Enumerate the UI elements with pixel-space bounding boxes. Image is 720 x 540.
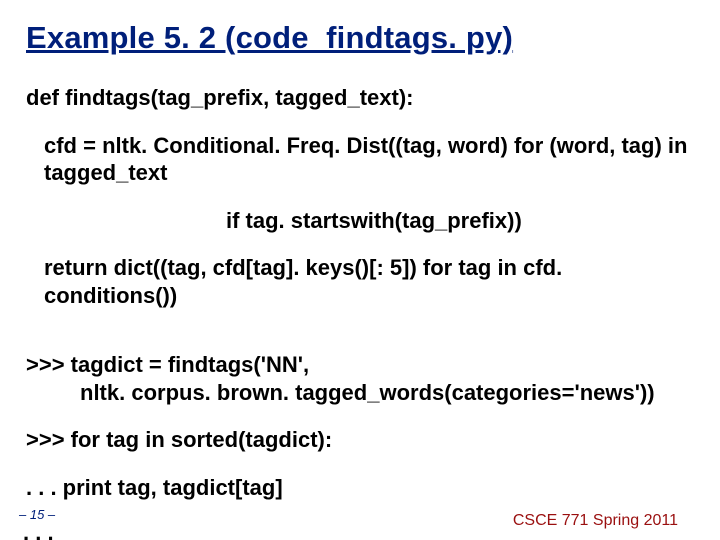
slide-title: Example 5. 2 (code_findtags. py) <box>26 20 694 56</box>
code-line-return: return dict((tag, cfd[tag]. keys()[: 5])… <box>26 254 694 309</box>
code-line-tagdict1: >>> tagdict = findtags('NN', <box>26 351 694 379</box>
code-line-def: def findtags(tag_prefix, tagged_text): <box>26 84 694 112</box>
code-line-tagdict2: nltk. corpus. brown. tagged_words(catego… <box>26 379 694 407</box>
code-line-cfd: cfd = nltk. Conditional. Freq. Dist((tag… <box>26 132 694 187</box>
slide: Example 5. 2 (code_findtags. py) def fin… <box>0 0 720 540</box>
code-line-print: . . . print tag, tagdict[tag] <box>26 474 694 502</box>
code-line-for: >>> for tag in sorted(tagdict): <box>26 426 694 454</box>
course-footer: CSCE 771 Spring 2011 <box>513 512 678 530</box>
slide-body: def findtags(tag_prefix, tagged_text): c… <box>26 84 694 501</box>
code-line-if: if tag. startswith(tag_prefix)) <box>26 207 694 235</box>
code-line-dots: . . . <box>23 520 54 540</box>
